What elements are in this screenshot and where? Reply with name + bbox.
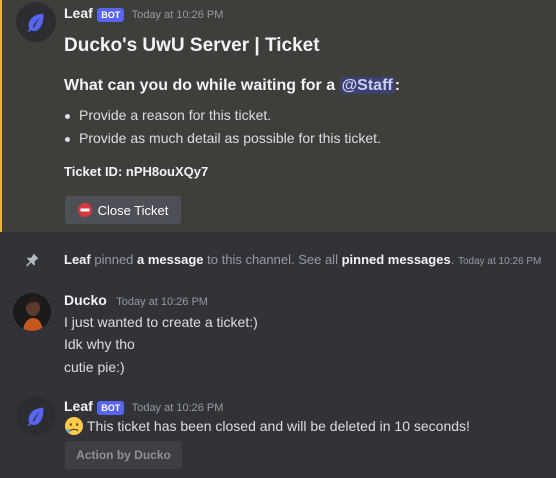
message-header: Leaf BOT Today at 10:26 PM — [64, 398, 223, 416]
embed-title: Ducko's UwU Server | Ticket — [64, 35, 320, 56]
sad-emoji-icon — [65, 417, 83, 435]
heading-prefix: What can you do while waiting for a — [64, 77, 340, 94]
timestamp: Today at 10:26 PM — [131, 402, 224, 414]
ticket-id: Ticket ID: nPH8ouXQy7 — [64, 164, 209, 179]
leaf-avatar[interactable] — [16, 2, 56, 42]
bot-badge: BOT — [97, 8, 125, 22]
no-entry-icon — [77, 203, 92, 217]
closed-notice: This ticket has been closed and will be … — [87, 418, 470, 434]
pinned-messages-link[interactable]: pinned messages — [342, 252, 451, 267]
system-message: Leaf pinned a message to this channel. S… — [64, 252, 541, 267]
a-message-link[interactable]: a message — [137, 252, 204, 267]
system-period: . — [450, 252, 455, 267]
leaf-avatar[interactable] — [16, 396, 56, 436]
close-ticket-label: Close Ticket — [97, 202, 169, 218]
ducko-avatar[interactable] — [13, 293, 51, 331]
message-line: This ticket has been closed and will be … — [64, 416, 470, 436]
timestamp: Today at 10:26 PM — [116, 296, 208, 308]
system-to-channel: to this channel. See all — [207, 252, 338, 267]
pin-icon — [24, 252, 40, 273]
system-timestamp: Today at 10:26 PM — [457, 256, 542, 267]
author-name[interactable]: Leaf — [64, 5, 93, 21]
message-header: Leaf BOT Today at 10:26 PM — [64, 5, 223, 23]
user-photo-icon — [13, 293, 51, 331]
message-header: Ducko Today at 10:26 PM — [64, 292, 208, 310]
heading-suffix: : — [394, 77, 401, 94]
system-pinned: pinned — [94, 252, 134, 267]
system-actor[interactable]: Leaf — [64, 252, 91, 267]
message-line: I just wanted to create a ticket:) — [64, 314, 258, 330]
bullet-item: Provide as much detail as possible for t… — [65, 130, 381, 146]
highlight-bar — [0, 0, 2, 232]
timestamp: Today at 10:26 PM — [131, 9, 224, 21]
staff-mention[interactable]: @Staff — [339, 77, 395, 94]
author-name[interactable]: Ducko — [64, 292, 107, 308]
leaf-icon — [27, 407, 44, 427]
author-name[interactable]: Leaf — [64, 398, 93, 414]
message-line: cutie pie:) — [64, 359, 125, 375]
message-line: Idk why tho — [64, 336, 135, 352]
embed-heading: What can you do while waiting for a @Sta… — [64, 77, 400, 95]
close-ticket-button[interactable]: Close Ticket — [65, 196, 181, 224]
action-by-button[interactable]: Action by Ducko — [65, 441, 182, 469]
bullet-item: Provide a reason for this ticket. — [64, 107, 272, 123]
bot-badge: BOT — [97, 401, 125, 415]
leaf-icon — [27, 13, 44, 33]
